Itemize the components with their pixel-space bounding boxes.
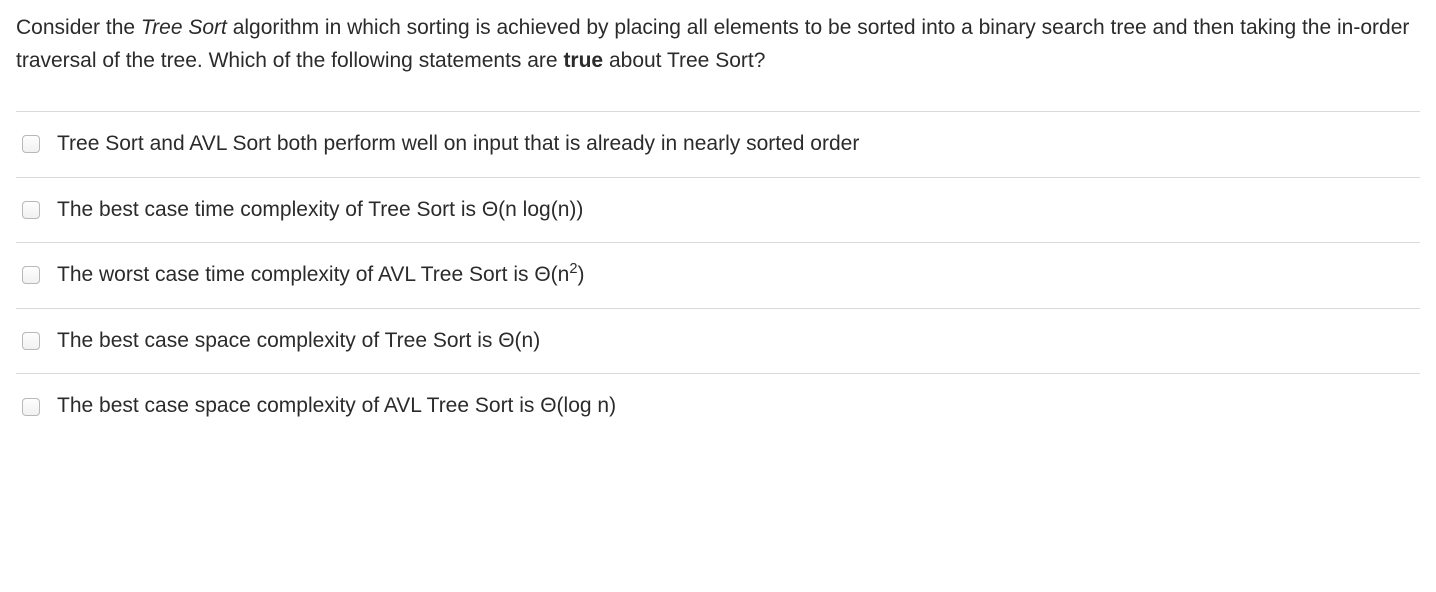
question-text-bold: true	[563, 49, 603, 72]
option-checkbox[interactable]	[22, 398, 40, 416]
option-row[interactable]: Tree Sort and AVL Sort both perform well…	[16, 112, 1420, 178]
option-checkbox[interactable]	[22, 332, 40, 350]
option-row[interactable]: The best case time complexity of Tree So…	[16, 178, 1420, 244]
option-label: The best case time complexity of Tree So…	[57, 194, 1414, 227]
option-label-pre: The worst case time complexity of AVL Tr…	[57, 263, 569, 286]
option-checkbox[interactable]	[22, 135, 40, 153]
option-checkbox[interactable]	[22, 266, 40, 284]
question-text-italic: Tree Sort	[141, 16, 227, 39]
option-label-post: )	[578, 263, 585, 286]
option-label-sup: 2	[569, 261, 577, 277]
option-row[interactable]: The best case space complexity of Tree S…	[16, 309, 1420, 375]
option-row[interactable]: The best case space complexity of AVL Tr…	[16, 374, 1420, 439]
question-prompt: Consider the Tree Sort algorithm in whic…	[16, 12, 1420, 77]
options-list: Tree Sort and AVL Sort both perform well…	[16, 111, 1420, 439]
option-label: Tree Sort and AVL Sort both perform well…	[57, 128, 1414, 161]
option-label: The best case space complexity of AVL Tr…	[57, 390, 1414, 423]
option-checkbox[interactable]	[22, 201, 40, 219]
option-label: The worst case time complexity of AVL Tr…	[57, 259, 1414, 292]
question-text-post: about Tree Sort?	[603, 49, 765, 72]
option-row[interactable]: The worst case time complexity of AVL Tr…	[16, 243, 1420, 309]
option-label: The best case space complexity of Tree S…	[57, 325, 1414, 358]
question-text-pre: Consider the	[16, 16, 141, 39]
